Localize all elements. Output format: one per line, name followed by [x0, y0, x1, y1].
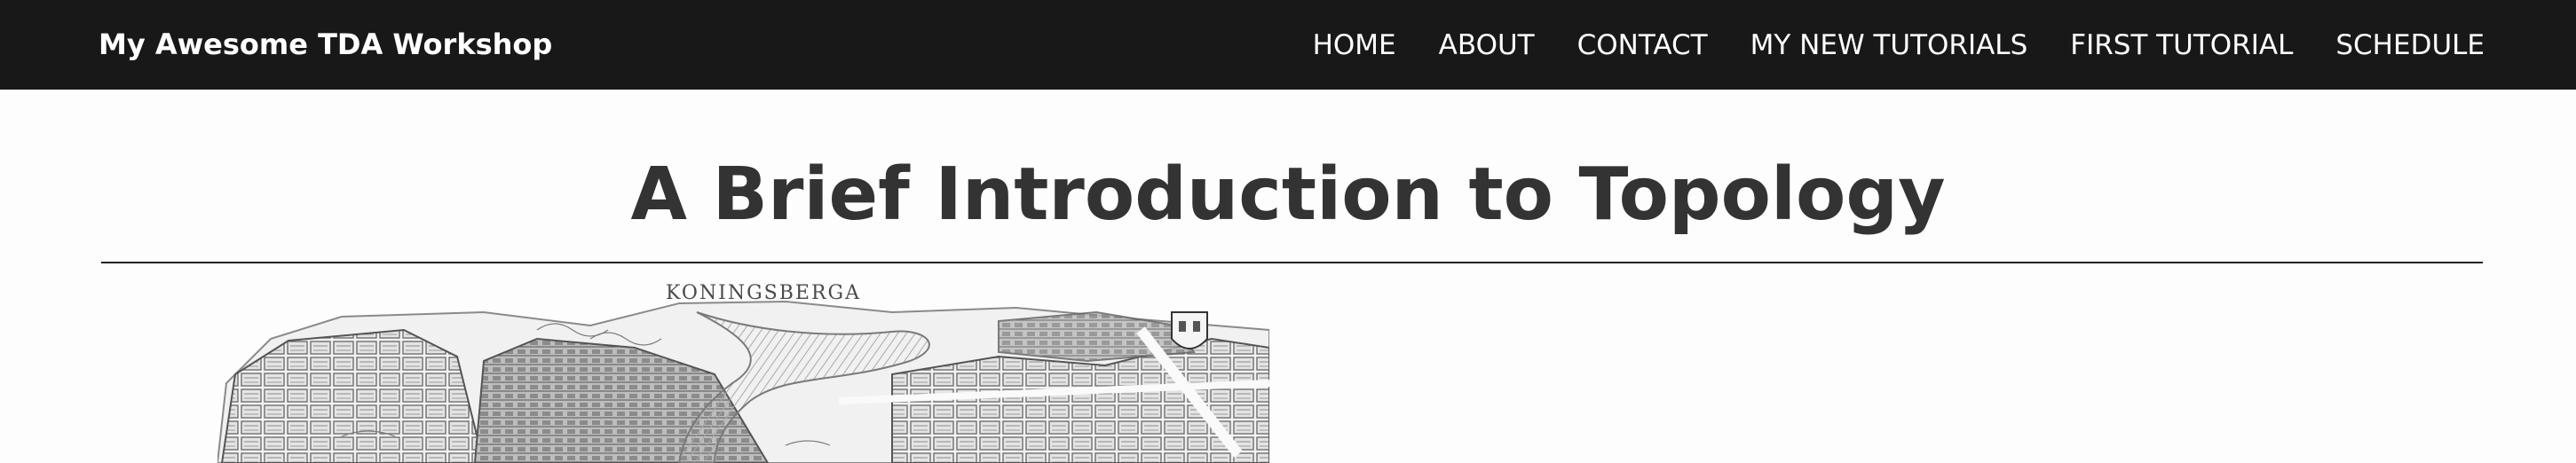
- konigsberg-map-illustration: [217, 300, 1269, 463]
- coat-of-arms-icon: [1171, 311, 1208, 349]
- nav-link-schedule[interactable]: SCHEDULE: [2335, 29, 2485, 61]
- nav-item-about: ABOUT: [1439, 29, 1535, 61]
- main-nav: HOME ABOUT CONTACT MY NEW TUTORIALS FIRS…: [1270, 0, 2485, 90]
- top-navbar: My Awesome TDA Workshop HOME ABOUT CONTA…: [0, 0, 2576, 90]
- nav-link-home[interactable]: HOME: [1313, 29, 1396, 61]
- nav-link-contact[interactable]: CONTACT: [1577, 29, 1708, 61]
- konigsberg-map-image: KONINGSBERGA: [217, 277, 1269, 463]
- nav-item-contact: CONTACT: [1577, 29, 1708, 61]
- map-caption: KONINGSBERGA: [666, 282, 861, 304]
- nav-link-my-new-tutorials[interactable]: MY NEW TUTORIALS: [1750, 29, 2028, 61]
- nav-item-schedule: SCHEDULE: [2335, 29, 2485, 61]
- nav-link-first-tutorial[interactable]: FIRST TUTORIAL: [2070, 29, 2293, 61]
- title-divider: [101, 262, 2483, 263]
- nav-item-first-tutorial: FIRST TUTORIAL: [2070, 29, 2293, 61]
- nav-item-my-new-tutorials: MY NEW TUTORIALS: [1750, 29, 2028, 61]
- nav-link-about[interactable]: ABOUT: [1439, 29, 1535, 61]
- nav-item-home: HOME: [1313, 29, 1396, 61]
- page-title: A Brief Introduction to Topology: [630, 153, 1946, 237]
- site-brand-link[interactable]: My Awesome TDA Workshop: [99, 0, 552, 90]
